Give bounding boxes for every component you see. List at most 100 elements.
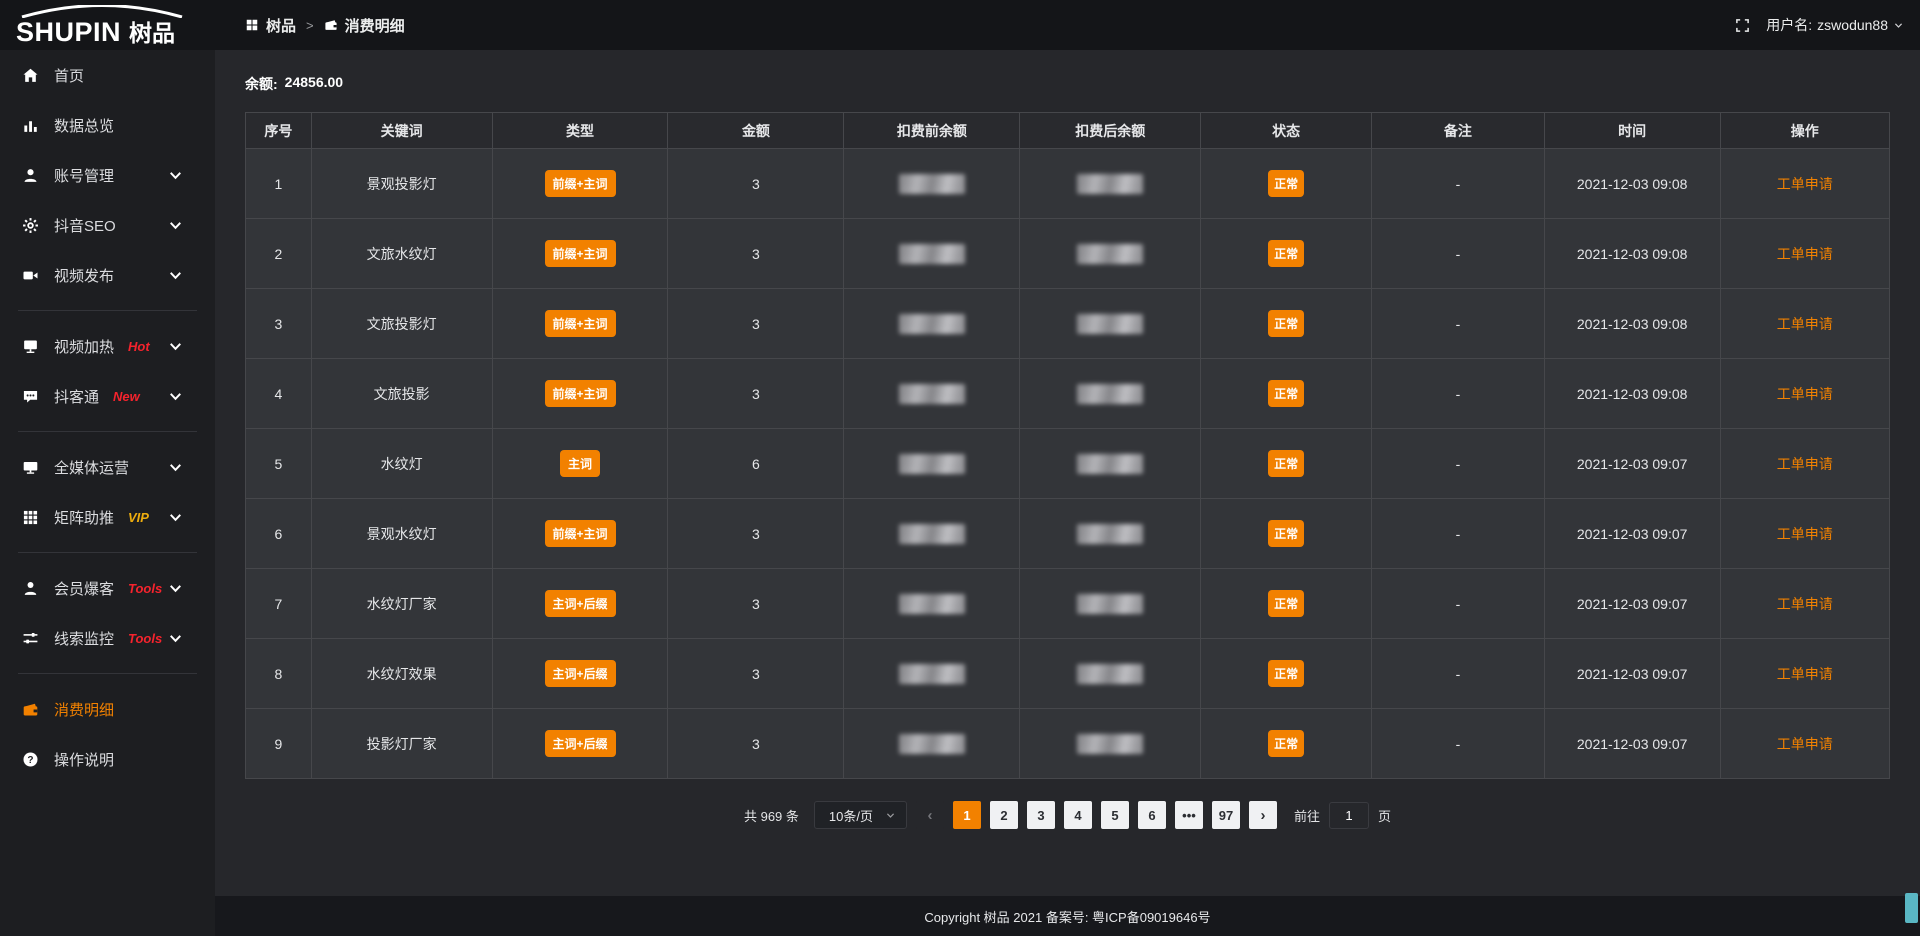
work-order-link[interactable]: 工单申请 <box>1777 526 1833 542</box>
amount-cell: 6 <box>668 429 844 499</box>
amount-cell: 3 <box>668 499 844 569</box>
grid-icon <box>22 509 39 526</box>
help-icon: ? <box>22 751 39 768</box>
page-ellipsis-button[interactable]: ••• <box>1175 801 1203 829</box>
next-page-button[interactable]: › <box>1249 801 1277 829</box>
page-button-2[interactable]: 2 <box>990 801 1018 829</box>
sidebar-item-badge: Hot <box>128 339 150 354</box>
sidebar-item-label: 视频发布 <box>54 265 114 286</box>
sidebar-item-heat[interactable]: 视频加热Hot <box>0 321 215 371</box>
amount-cell: 3 <box>668 569 844 639</box>
sidebar-item-help[interactable]: ?操作说明 <box>0 734 215 784</box>
sidebar-item-consume[interactable]: 消费明细 <box>0 684 215 734</box>
note-cell: - <box>1372 429 1545 499</box>
status-cell: 正常 <box>1201 149 1372 219</box>
logo-text-cn: 树品 <box>129 22 175 45</box>
user-menu[interactable]: 用户名: zswodun88 <box>1766 15 1904 35</box>
type-cell: 前缀+主词 <box>492 219 668 289</box>
page-button-5[interactable]: 5 <box>1101 801 1129 829</box>
status-badge: 正常 <box>1268 520 1304 547</box>
page-button-6[interactable]: 6 <box>1138 801 1166 829</box>
column-header: 关键词 <box>311 113 492 149</box>
column-header: 扣费前余额 <box>844 113 1020 149</box>
breadcrumb-wallet-icon <box>324 18 338 32</box>
prev-page-button[interactable]: ‹ <box>916 801 944 829</box>
time-cell: 2021-12-03 09:08 <box>1544 289 1720 359</box>
copyright-text: Copyright 树品 2021 备案号: 粤ICP备09019646号 <box>924 907 1210 926</box>
action-cell: 工单申请 <box>1720 149 1889 219</box>
sidebar-item-clues[interactable]: 线索监控Tools <box>0 613 215 663</box>
page-button-4[interactable]: 4 <box>1064 801 1092 829</box>
work-order-link[interactable]: 工单申请 <box>1777 456 1833 472</box>
sidebar-divider <box>18 431 197 432</box>
sidebar-item-account[interactable]: 账号管理 <box>0 150 215 200</box>
type-badge: 前缀+主词 <box>545 170 616 197</box>
sidebar-item-matrix[interactable]: 矩阵助推VIP <box>0 492 215 542</box>
work-order-link[interactable]: 工单申请 <box>1777 246 1833 262</box>
masked-balance-cell <box>844 569 1020 639</box>
user-icon <box>22 167 39 184</box>
keyword-cell: 文旅投影 <box>311 359 492 429</box>
action-cell: 工单申请 <box>1720 639 1889 709</box>
amount-cell: 3 <box>668 709 844 779</box>
masked-balance-cell <box>1020 219 1201 289</box>
masked-balance-cell <box>1020 639 1201 709</box>
no-cell: 8 <box>246 639 312 709</box>
status-cell: 正常 <box>1201 289 1372 359</box>
work-order-link[interactable]: 工单申请 <box>1777 176 1833 192</box>
table-wrap: 序号关键词类型金额扣费前余额扣费后余额状态备注时间操作 1景观投影灯前缀+主词3… <box>245 112 1890 779</box>
time-cell: 2021-12-03 09:07 <box>1544 429 1720 499</box>
sidebar-item-member[interactable]: 会员爆客Tools <box>0 563 215 613</box>
sidebar-divider <box>18 673 197 674</box>
sidebar-item-douketong[interactable]: 抖客通New <box>0 371 215 421</box>
no-cell: 9 <box>246 709 312 779</box>
work-order-link[interactable]: 工单申请 <box>1777 666 1833 682</box>
sidebar-item-label: 消费明细 <box>54 699 114 720</box>
masked-balance-cell <box>844 499 1020 569</box>
sidebar-item-seo[interactable]: 抖音SEO <box>0 200 215 250</box>
keyword-cell: 水纹灯厂家 <box>311 569 492 639</box>
masked-value <box>1077 594 1143 614</box>
work-order-link[interactable]: 工单申请 <box>1777 316 1833 332</box>
note-cell: - <box>1372 289 1545 359</box>
app-window: SHUPIN 树品 树品 > 消费明细 用户名: zswodun88 首页数据总… <box>0 0 1920 936</box>
keyword-cell: 水纹灯效果 <box>311 639 492 709</box>
chevron-down-icon <box>167 509 184 526</box>
breadcrumb-root[interactable]: 树品 <box>266 15 296 36</box>
note-cell: - <box>1372 709 1545 779</box>
masked-balance-cell <box>844 709 1020 779</box>
sidebar-item-label: 全媒体运营 <box>54 457 129 478</box>
chart-icon <box>22 117 39 134</box>
action-cell: 工单申请 <box>1720 429 1889 499</box>
work-order-link[interactable]: 工单申请 <box>1777 736 1833 752</box>
sidebar-divider <box>18 310 197 311</box>
status-badge: 正常 <box>1268 730 1304 757</box>
sidebar-divider <box>18 552 197 553</box>
page-button-97[interactable]: 97 <box>1212 801 1240 829</box>
no-cell: 3 <box>246 289 312 359</box>
time-cell: 2021-12-03 09:08 <box>1544 149 1720 219</box>
username-value: zswodun88 <box>1817 17 1888 33</box>
work-order-link[interactable]: 工单申请 <box>1777 596 1833 612</box>
sidebar-item-publish[interactable]: 视频发布 <box>0 250 215 300</box>
page-button-1[interactable]: 1 <box>953 801 981 829</box>
username-label: 用户名: <box>1766 15 1812 35</box>
sidebar-item-label: 首页 <box>54 65 84 86</box>
page-size-select[interactable]: 10条/页 <box>814 801 907 829</box>
masked-value <box>1077 384 1143 404</box>
column-header: 金额 <box>668 113 844 149</box>
goto-page-input[interactable] <box>1329 802 1369 829</box>
sidebar-item-data[interactable]: 数据总览 <box>0 100 215 150</box>
status-cell: 正常 <box>1201 219 1372 289</box>
work-order-link[interactable]: 工单申请 <box>1777 386 1833 402</box>
sidebar-item-label: 矩阵助推 <box>54 507 114 528</box>
page-button-3[interactable]: 3 <box>1027 801 1055 829</box>
page-buttons: ‹ 123456 ••• 97 › <box>916 801 1277 829</box>
keyword-cell: 水纹灯 <box>311 429 492 499</box>
type-badge: 前缀+主词 <box>545 240 616 267</box>
fullscreen-icon[interactable] <box>1735 18 1750 33</box>
sidebar-item-home[interactable]: 首页 <box>0 50 215 100</box>
chevron-down-icon <box>167 459 184 476</box>
sidebar-item-media[interactable]: 全媒体运营 <box>0 442 215 492</box>
chat-widget-tab[interactable] <box>1905 893 1918 923</box>
